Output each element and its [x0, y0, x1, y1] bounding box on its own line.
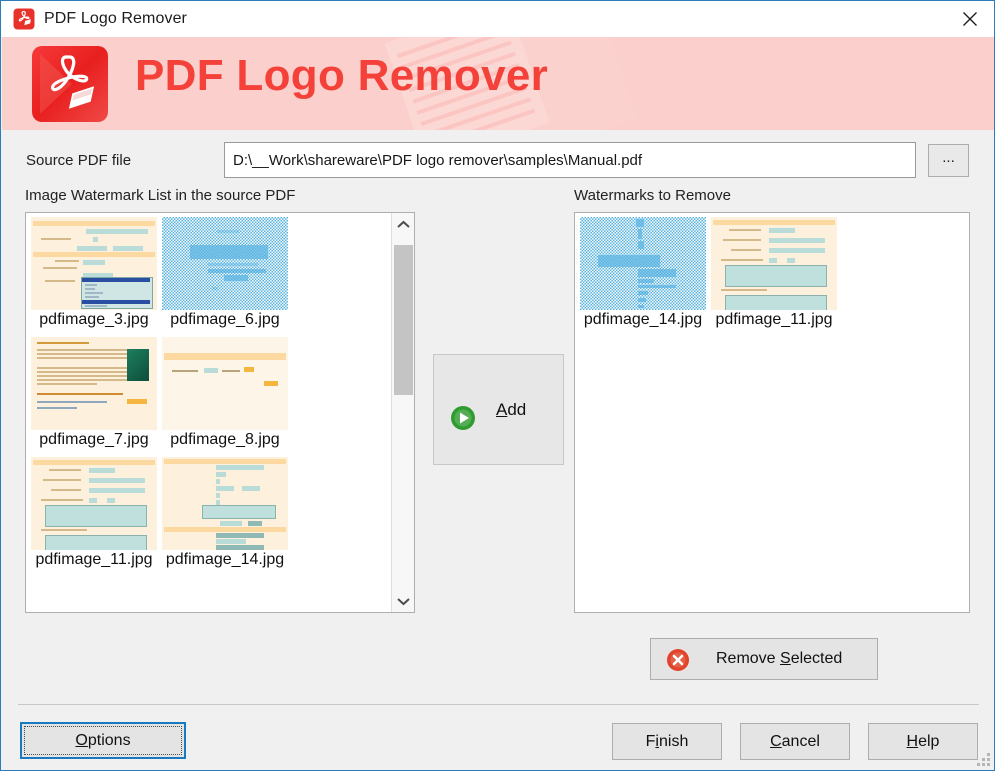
thumbnail-preview — [162, 217, 288, 310]
chevron-up-icon[interactable] — [392, 213, 414, 235]
thumbnail-preview — [162, 457, 288, 550]
pdf-eraser-logo-icon — [32, 46, 108, 122]
options-label: Options — [75, 732, 130, 750]
main-content: Source PDF file ... Image Watermark List… — [2, 130, 994, 770]
thumbnail-preview — [31, 337, 157, 430]
window-title: PDF Logo Remover — [44, 10, 187, 27]
cancel-label: Cancel — [770, 733, 820, 751]
pdf-logo-icon — [13, 8, 35, 30]
close-icon[interactable] — [946, 1, 994, 36]
list-item[interactable]: pdfimage_14.jpg — [580, 217, 706, 329]
list-item-label: pdfimage_8.jpg — [170, 431, 280, 448]
cancel-accel: C — [770, 732, 782, 750]
remove-label-post: elected — [790, 650, 843, 667]
help-button[interactable]: Help — [868, 723, 978, 760]
footer-divider — [18, 704, 979, 705]
list-item[interactable]: pdfimage_11.jpg — [31, 457, 157, 569]
help-accel: H — [906, 732, 919, 750]
watermarks-to-remove-list[interactable]: pdfimage_14.jpg pdfimage_11.jpg — [574, 212, 970, 613]
add-button[interactable]: Add — [433, 354, 564, 465]
add-accel: A — [496, 400, 508, 419]
banner-title: PDF Logo Remover — [135, 51, 549, 100]
green-play-circle-icon — [450, 405, 476, 431]
list-item[interactable]: pdfimage_7.jpg — [31, 337, 157, 449]
remove-label-pre: Remove — [716, 650, 781, 667]
right-panel-label: Watermarks to Remove — [574, 187, 731, 204]
help-label: Help — [907, 733, 940, 751]
remove-label-accel: S — [780, 650, 791, 667]
thumbnail-preview — [31, 457, 157, 550]
list-item-label: pdfimage_7.jpg — [39, 431, 149, 448]
left-panel-label: Image Watermark List in the source PDF — [25, 187, 296, 204]
source-watermark-list[interactable]: pdfimage_3.jpg pdfimage_6.jpg pdfimage_7… — [25, 212, 415, 613]
resize-grip-icon[interactable] — [977, 753, 991, 767]
app-window: PDF Logo Remover PDF Logo Remover Source… — [0, 0, 995, 771]
finish-label: Finish — [646, 733, 689, 751]
remove-selected-label: Remove Selected — [716, 650, 842, 668]
scrollbar-thumb[interactable] — [394, 245, 413, 395]
finish-button[interactable]: Finish — [612, 723, 722, 760]
source-list-scrollbar[interactable] — [391, 213, 414, 612]
list-item[interactable]: pdfimage_11.jpg — [711, 217, 837, 329]
list-item[interactable]: pdfimage_3.jpg — [31, 217, 157, 329]
list-item[interactable]: pdfimage_14.jpg — [162, 457, 288, 569]
product-banner: PDF Logo Remover — [2, 37, 994, 130]
thumbnail-preview — [711, 217, 837, 310]
options-rest: ptions — [87, 731, 131, 749]
list-item[interactable]: pdfimage_8.jpg — [162, 337, 288, 449]
cancel-post: ancel — [781, 732, 820, 750]
chevron-down-icon[interactable] — [392, 590, 414, 612]
options-accel: O — [75, 731, 88, 749]
ellipsis-icon: ... — [942, 149, 955, 166]
list-item-label: pdfimage_6.jpg — [170, 311, 280, 328]
thumbnail-preview — [31, 217, 157, 310]
source-pdf-input[interactable] — [224, 142, 916, 178]
list-item-label: pdfimage_14.jpg — [583, 311, 703, 328]
finish-post: nish — [658, 732, 689, 750]
cancel-button[interactable]: Cancel — [740, 723, 850, 760]
thumbnail-preview — [580, 217, 706, 310]
options-button[interactable]: Options — [20, 722, 186, 759]
add-rest: dd — [507, 400, 527, 419]
title-bar: PDF Logo Remover — [1, 1, 994, 37]
list-item-label: pdfimage_11.jpg — [715, 311, 833, 328]
red-x-circle-icon — [666, 648, 690, 672]
source-thumbnail-grid: pdfimage_3.jpg pdfimage_6.jpg pdfimage_7… — [26, 213, 414, 612]
thumbnail-preview — [162, 337, 288, 430]
remove-thumbnail-grid: pdfimage_14.jpg pdfimage_11.jpg — [575, 213, 969, 612]
remove-selected-button[interactable]: Remove Selected — [650, 638, 878, 680]
help-post: elp — [918, 732, 940, 750]
list-item[interactable]: pdfimage_6.jpg — [162, 217, 288, 329]
add-button-label: Add — [496, 400, 526, 420]
list-item-label: pdfimage_14.jpg — [165, 551, 285, 568]
browse-button[interactable]: ... — [928, 144, 969, 177]
list-item-label: pdfimage_11.jpg — [35, 551, 153, 568]
source-pdf-label: Source PDF file — [26, 152, 132, 169]
finish-pre: F — [645, 732, 656, 750]
list-item-label: pdfimage_3.jpg — [39, 311, 149, 328]
